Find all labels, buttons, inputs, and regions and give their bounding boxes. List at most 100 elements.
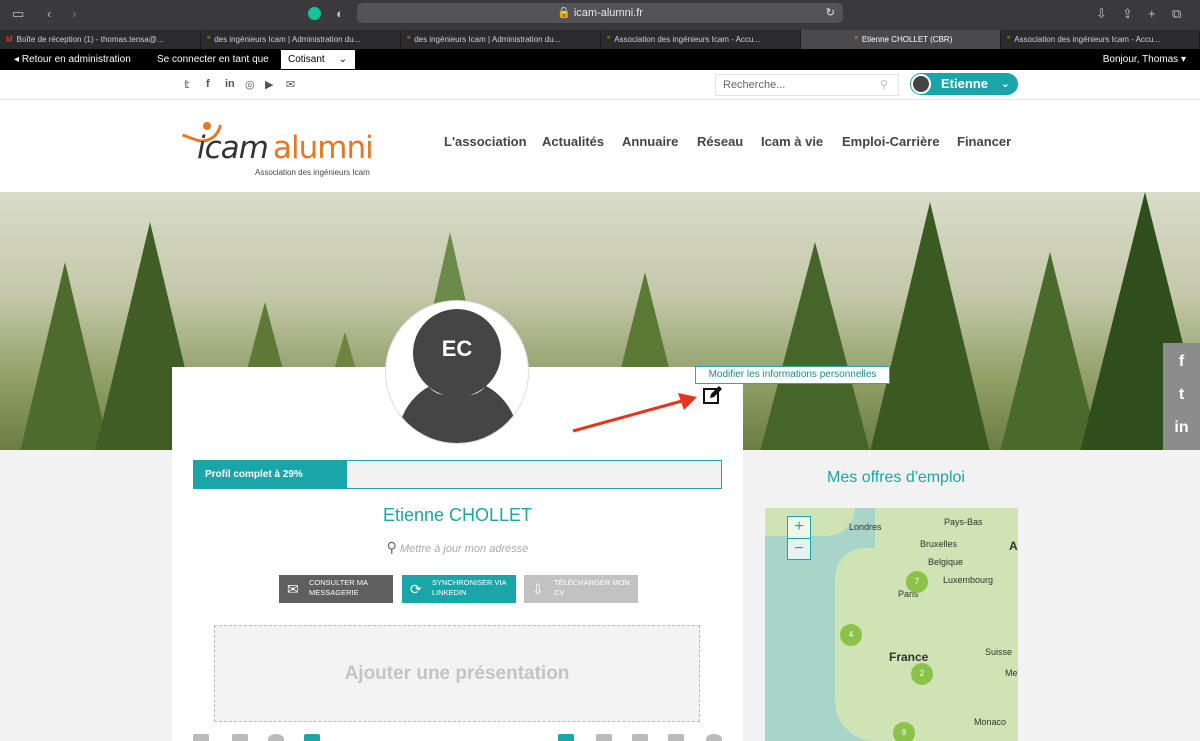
map-label: France xyxy=(889,650,929,664)
map-cluster[interactable]: 2 xyxy=(911,663,933,685)
facebook-icon[interactable]: f xyxy=(206,78,210,90)
social-linkedin-icon[interactable] xyxy=(668,734,684,741)
twitter-icon[interactable]: 𝕥 xyxy=(184,78,190,91)
browser-tab[interactable]: M Boîte de réception (1) - thomas.tensa@.… xyxy=(0,30,201,49)
logo-icam-text: icam xyxy=(197,130,269,166)
edit-icon[interactable] xyxy=(703,385,723,405)
shield-icon[interactable]: ◐ xyxy=(336,6,344,21)
profile-avatar[interactable]: EC xyxy=(385,300,529,444)
logo-subtitle: Association des ingénieurs Icam xyxy=(255,168,370,177)
annotation-arrow xyxy=(572,393,697,433)
map-zoom-out-button[interactable]: − xyxy=(788,538,810,559)
nav-item-emploi-carriere[interactable]: Emploi-Carrière xyxy=(842,134,940,149)
map-land xyxy=(875,508,1018,558)
update-address-label: Mettre à jour mon adresse xyxy=(399,543,529,555)
top-bar: 𝕥 f in ◎ ▶ ✉ Recherche... ⚲ Etienne ⌄ xyxy=(0,70,1200,100)
share-facebook-icon[interactable]: f xyxy=(1163,348,1200,376)
edit-social-icon[interactable] xyxy=(558,734,574,741)
browser-tab-active[interactable]: ° Etienne CHOLLET (CBR) xyxy=(801,30,1001,49)
tab-bar: M Boîte de réception (1) - thomas.tensa@.… xyxy=(0,30,1200,49)
tabs-overview-icon[interactable]: ⧉ xyxy=(1172,6,1181,22)
user-name: Etienne xyxy=(941,76,988,91)
search-icon[interactable]: ⚲ xyxy=(880,75,888,95)
role-select[interactable]: Cotisant ⌄ xyxy=(281,50,355,69)
nav-item-association[interactable]: L'association xyxy=(444,134,527,149)
banner-tree xyxy=(760,242,870,450)
edit-contact-icon[interactable] xyxy=(304,734,320,741)
new-tab-icon[interactable]: + xyxy=(1148,6,1156,21)
browser-tab[interactable]: ° Association des ingénieurs Icam - Accu.… xyxy=(1001,30,1200,49)
nav-item-annuaire[interactable]: Annuaire xyxy=(622,134,678,149)
download-icon: ⇩ xyxy=(532,581,544,597)
admin-bar: ◂ Retour en administration Se connecter … xyxy=(0,49,1200,70)
nav-item-reseau[interactable]: Réseau xyxy=(697,134,743,149)
share-linkedin-icon[interactable]: in xyxy=(1163,414,1200,442)
youtube-icon[interactable]: ▶ xyxy=(265,78,273,91)
site-header: icam alumni Association des ingénieurs I… xyxy=(0,100,1200,192)
contact-phone-icon[interactable] xyxy=(232,734,248,741)
contact-email-icon[interactable] xyxy=(193,734,209,741)
contact-web-icon[interactable] xyxy=(268,734,284,741)
share-icon[interactable]: ⇪ xyxy=(1122,6,1133,22)
map-cluster[interactable]: 9 xyxy=(893,722,915,741)
social-instagram-icon[interactable] xyxy=(706,734,722,741)
chevron-down-icon: ⌄ xyxy=(1000,78,1010,90)
nav-item-actualites[interactable]: Actualités xyxy=(542,134,604,149)
logo-alumni-text: alumni xyxy=(273,130,374,166)
browser-tab[interactable]: ° des ingénieurs Icam | Administration du… xyxy=(401,30,601,49)
map-cluster[interactable]: 7 xyxy=(906,571,928,593)
search-input[interactable]: Recherche... ⚲ xyxy=(715,74,899,96)
sidebar-toggle-icon[interactable]: ▭ xyxy=(12,6,24,22)
nav-item-financer[interactable]: Financer xyxy=(957,134,1011,149)
envelope-icon: ✉ xyxy=(287,581,299,597)
map-label: Belgique xyxy=(928,557,964,567)
profile-progress-fill: Profil complet à 29% xyxy=(194,461,347,488)
reload-icon[interactable]: ↻ xyxy=(826,3,835,23)
email-icon[interactable]: ✉ xyxy=(286,78,295,91)
browser-tab[interactable]: ° des ingénieurs Icam | Administration du… xyxy=(201,30,401,49)
back-icon[interactable]: ‹ xyxy=(47,6,51,21)
instagram-icon[interactable]: ◎ xyxy=(245,78,255,91)
share-twitter-icon[interactable]: t xyxy=(1163,381,1200,409)
grammarly-icon[interactable] xyxy=(308,7,321,20)
job-offers-title: Mes offres d'emploi xyxy=(827,469,965,486)
map-label: Londres xyxy=(849,522,882,532)
search-placeholder: Recherche... xyxy=(723,79,786,91)
address-bar[interactable]: 🔒 icam-alumni.fr ↻ xyxy=(357,3,843,23)
social-twitter-icon[interactable] xyxy=(632,734,648,741)
browser-toolbar: ▭ ‹ › ◐ 🔒 icam-alumni.fr ↻ ⇩ ⇪ + ⧉ xyxy=(0,0,1200,30)
tab-label: Association des ingénieurs Icam - Accu..… xyxy=(614,35,761,44)
linkedin-sync-button[interactable]: ⟳ SYNCHRONISER VIA LINKEDIN xyxy=(402,575,516,603)
map-label: Suisse xyxy=(985,647,1013,657)
forward-icon[interactable]: › xyxy=(72,6,76,21)
avatar xyxy=(911,74,931,94)
tab-label: Etienne CHOLLET (CBR) xyxy=(861,35,953,44)
map-cluster[interactable]: 4 xyxy=(840,624,862,646)
nav-item-icam-a-vie[interactable]: Icam à vie xyxy=(761,134,823,149)
download-icon[interactable]: ⇩ xyxy=(1096,6,1107,22)
map-label: Monaco xyxy=(974,717,1007,727)
back-to-admin-link[interactable]: ◂ Retour en administration xyxy=(14,49,131,70)
profile-name: Etienne CHOLLET xyxy=(382,505,533,525)
tab-label: Boîte de réception (1) - thomas.tensa@..… xyxy=(16,35,164,44)
update-address-link[interactable]: ⚲ Mettre à jour mon adresse xyxy=(172,539,743,556)
map-zoom-in-button[interactable]: + xyxy=(788,517,810,538)
sync-icon: ⟳ xyxy=(410,581,422,597)
tab-label: Association des ingénieurs Icam - Accu..… xyxy=(1014,35,1161,44)
map-label: Me xyxy=(1005,668,1018,678)
map-label: Al xyxy=(1009,539,1018,553)
add-presentation-box[interactable]: Ajouter une présentation xyxy=(214,625,700,722)
social-facebook-icon[interactable] xyxy=(596,734,612,741)
download-cv-button-label: TÉLÉCHARGER MON CV xyxy=(554,578,630,597)
download-cv-button[interactable]: ⇩ TÉLÉCHARGER MON CV xyxy=(524,575,638,603)
browser-tab[interactable]: ° Association des ingénieurs Icam - Accu.… xyxy=(601,30,801,49)
banner-tree xyxy=(870,202,990,450)
user-menu-button[interactable]: Etienne ⌄ xyxy=(910,73,1018,95)
job-offers-map[interactable]: + − Londres Pays-Bas Bruxelles Belgique … xyxy=(765,508,1018,741)
linkedin-icon[interactable]: in xyxy=(225,78,235,90)
tab-label: des ingénieurs Icam | Administration du.… xyxy=(414,35,561,44)
social-share-bar: f t in xyxy=(1163,343,1200,450)
messaging-button[interactable]: ✉ CONSULTER MA MESSAGERIE xyxy=(279,575,393,603)
map-label: Bruxelles xyxy=(920,539,958,549)
greeting-menu[interactable]: Bonjour, Thomas ▾ xyxy=(1103,49,1186,70)
